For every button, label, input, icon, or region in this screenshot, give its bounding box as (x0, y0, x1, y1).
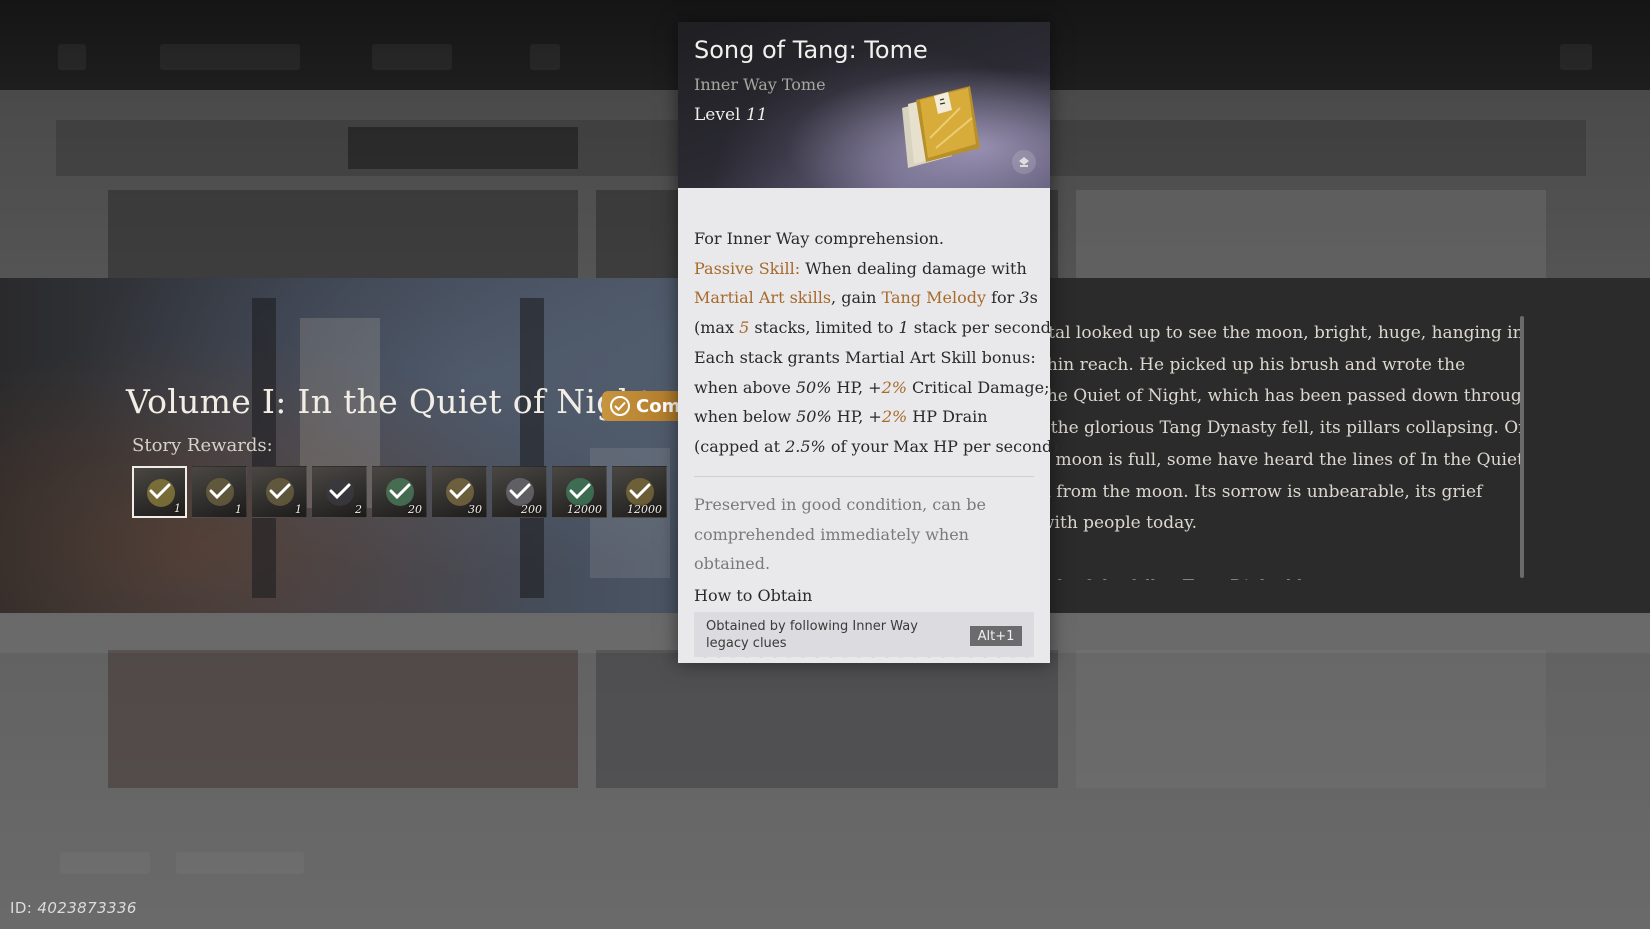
story-text-line (1040, 540, 1520, 572)
tooltip-header: Song of Tang: Tome Inner Way Tome Level … (678, 22, 1050, 188)
reward-slot[interactable]: 30 (432, 466, 487, 518)
desc-line: when above 50% HP, +2% Critical Damage; (694, 377, 1050, 397)
completed-label: Com (636, 395, 680, 417)
volume-title: Volume I: In the Quiet of Night (126, 382, 653, 421)
check-icon (329, 483, 350, 500)
chapter-tab-active-dimmed (348, 127, 578, 169)
check-icon (269, 483, 290, 500)
desc-line: (max 5 stacks, limited to 1 stack per se… (694, 318, 1063, 338)
reward-slot[interactable]: 1 (252, 466, 307, 518)
nav-icon-dimmed (530, 44, 560, 70)
check-icon (569, 483, 590, 500)
reward-quantity: 1 (295, 503, 302, 516)
reward-slot[interactable]: 20 (372, 466, 427, 518)
desc-line: (capped at 2.5% of your Max HP per secon… (694, 436, 1064, 456)
volume-card-dimmed (1076, 650, 1546, 788)
story-text-line: d from the moon. Its sorrow is unbearabl… (1040, 481, 1483, 502)
reward-quantity: 12000 (627, 503, 662, 516)
story-text-line: with people today. (1040, 513, 1197, 534)
check-icon (149, 483, 170, 500)
story-text-line: thin reach. He picked up his brush and w… (1040, 354, 1466, 375)
nav-tab-dimmed (372, 44, 452, 70)
desc-line: Each stack grants Martial Art Skill bonu… (694, 347, 1036, 367)
divider (694, 476, 1034, 477)
bottom-action-dimmed (176, 852, 304, 874)
volume-card-dimmed (1076, 190, 1546, 278)
reward-quantity: 200 (521, 503, 542, 516)
reward-slot[interactable]: 200 (492, 466, 547, 518)
story-text-line: e moon is full, some have heard the line… (1040, 449, 1520, 470)
volume-card-dimmed (108, 190, 578, 278)
volume-hero-art (0, 278, 680, 613)
hotkey-badge[interactable]: Alt+1 (970, 626, 1022, 646)
story-scrollbar[interactable] (1520, 316, 1524, 578)
check-icon (509, 483, 530, 500)
how-to-obtain-heading: How to Obtain (694, 586, 813, 605)
item-level: Level 11 (694, 105, 768, 125)
item-flavor-text: Preserved in good condition, can be comp… (694, 495, 986, 574)
desc-line: Passive Skill: When dealing damage with (694, 258, 1027, 278)
item-description: For Inner Way comprehension. Passive Ski… (694, 224, 1064, 462)
story-text-line: the Quiet of Night, which has been passe… (1040, 386, 1520, 407)
story-rewards-list: 1 1 1 2 20 30 200 12000 12000 (132, 466, 667, 518)
pillar-art (520, 298, 544, 598)
volume-story-text[interactable]: rtal looked up to see the moon, bright, … (1040, 318, 1520, 580)
tome-icon (902, 86, 980, 168)
tooltip-body: For Inner Way comprehension. Passive Ski… (678, 188, 1064, 667)
check-icon (449, 483, 470, 500)
reward-slot[interactable]: 12000 (612, 466, 667, 518)
obtain-source-row[interactable]: Obtained by following Inner Way legacy c… (694, 612, 1034, 658)
item-tooltip: Song of Tang: Tome Inner Way Tome Level … (678, 22, 1064, 667)
reward-slot[interactable]: 1 (132, 466, 187, 518)
volume-card-dimmed (108, 650, 578, 788)
passive-skill-label: Passive Skill: (694, 258, 801, 278)
nav-tab-dimmed (160, 44, 300, 70)
reward-quantity: 1 (235, 503, 242, 516)
check-icon (610, 396, 630, 416)
menu-icon (58, 44, 86, 70)
completed-badge: Com (602, 391, 680, 421)
check-icon (629, 483, 650, 500)
story-text-line: i the f the fallen Tang Dinle d l (1040, 572, 1520, 580)
desc-line: when below 50% HP, +2% HP Drain (694, 407, 988, 427)
close-icon (1560, 44, 1592, 70)
reward-quantity: 12000 (567, 503, 602, 516)
martial-art-skills-keyword: Martial Art skills (694, 288, 832, 308)
desc-line: Martial Art skills, gain Tang Melody for… (694, 288, 1038, 308)
reward-quantity: 20 (408, 503, 422, 516)
reward-slot[interactable]: 12000 (552, 466, 607, 518)
obtain-source-text: Obtained by following Inner Way legacy c… (706, 619, 918, 651)
torn-edge (678, 657, 1050, 667)
player-id: ID: 4023873336 (10, 899, 137, 917)
item-name: Song of Tang: Tome (694, 36, 928, 64)
reward-slot[interactable]: 2 (312, 466, 367, 518)
story-text-line: rtal looked up to see the moon, bright, … (1040, 323, 1520, 343)
reward-quantity: 30 (468, 503, 482, 516)
story-text-line: , the glorious Tang Dynasty fell, its pi… (1040, 418, 1520, 439)
story-rewards-label: Story Rewards: (132, 435, 273, 456)
bound-icon (1012, 150, 1036, 174)
reward-slot[interactable]: 1 (192, 466, 247, 518)
tang-melody-keyword: Tang Melody (881, 288, 986, 308)
bottom-action-dimmed (60, 852, 150, 874)
desc-line: For Inner Way comprehension. (694, 229, 944, 248)
item-type: Inner Way Tome (694, 75, 826, 94)
volume-card-dimmed (596, 650, 1058, 788)
reward-quantity: 1 (174, 502, 181, 515)
check-icon (389, 483, 410, 500)
reward-quantity: 2 (355, 503, 362, 516)
check-icon (209, 483, 230, 500)
